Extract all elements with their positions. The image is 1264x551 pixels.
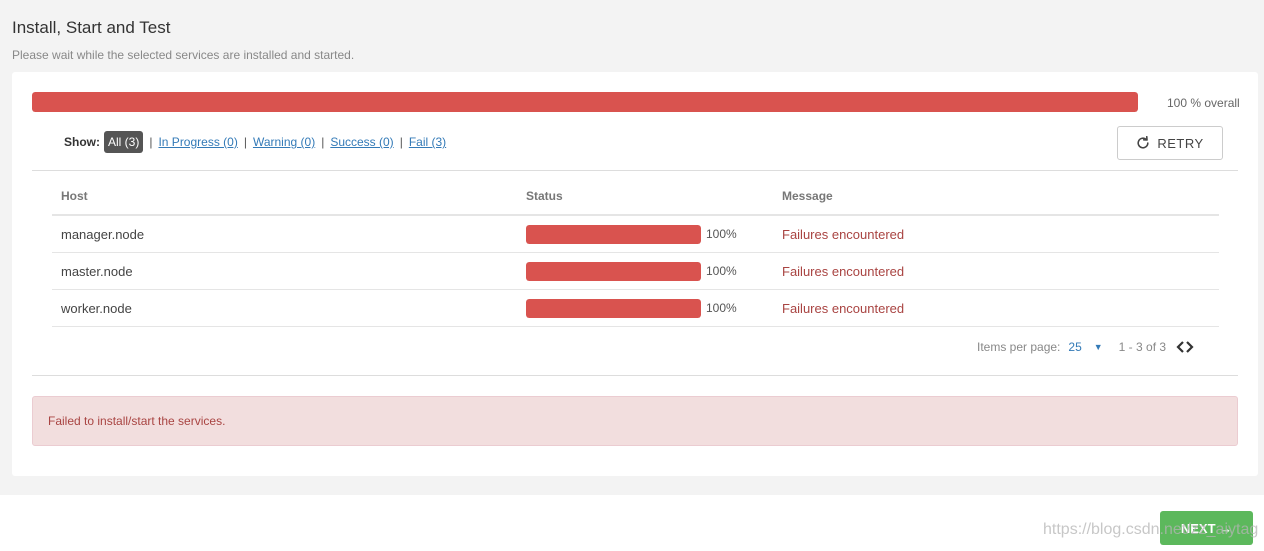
refresh-icon <box>1137 136 1149 149</box>
install-panel: 100 % overall Show: All (3) | In Progres… <box>12 72 1258 476</box>
table-row: worker.node 100% Failures encountered <box>52 290 1219 327</box>
filter-label: Show: <box>64 135 100 149</box>
table-row: master.node 100% Failures encountered <box>52 253 1219 290</box>
table-row: manager.node 100% Failures encountered <box>52 216 1219 253</box>
error-alert: Failed to install/start the services. <box>32 396 1238 446</box>
page-title: Install, Start and Test <box>12 18 171 37</box>
message-cell[interactable]: Failures encountered <box>782 264 1219 279</box>
next-button[interactable]: NEXT → <box>1160 511 1253 545</box>
filter-separator: | <box>399 135 403 149</box>
header-status[interactable]: Status <box>526 189 782 203</box>
overall-progress-fill <box>32 92 1138 112</box>
host-progress-bar[interactable] <box>526 261 701 281</box>
filter-separator: | <box>243 135 247 149</box>
chevron-right-icon[interactable] <box>1185 340 1195 354</box>
host-progress-label: 100% <box>706 301 737 315</box>
caret-down-icon[interactable]: ▼ <box>1094 342 1103 352</box>
items-per-page-select[interactable]: 25 <box>1068 340 1081 354</box>
message-cell[interactable]: Failures encountered <box>782 301 1219 316</box>
host-cell[interactable]: worker.node <box>52 301 526 316</box>
status-cell: 100% <box>526 261 782 281</box>
filter-separator: | <box>149 135 153 149</box>
host-cell[interactable]: master.node <box>52 264 526 279</box>
chevron-left-icon[interactable] <box>1175 340 1185 354</box>
host-progress-fill <box>526 298 701 318</box>
message-cell[interactable]: Failures encountered <box>782 227 1219 242</box>
filter-success[interactable]: Success (0) <box>330 135 393 149</box>
header-host[interactable]: Host <box>52 189 526 203</box>
host-progress-fill <box>526 261 701 281</box>
page-subtitle: Please wait while the selected services … <box>12 48 355 62</box>
table-header: Host Status Message <box>52 178 1219 216</box>
page-range: 1 - 3 of 3 <box>1118 340 1167 354</box>
retry-label: RETRY <box>1157 135 1204 151</box>
status-cell: 100% <box>526 224 782 244</box>
filter-warning[interactable]: Warning (0) <box>253 135 315 149</box>
items-per-page-label: Items per page: <box>977 340 1061 354</box>
status-cell: 100% <box>526 298 782 318</box>
status-filter: Show: All (3) | In Progress (0) | Warnin… <box>64 131 446 153</box>
filter-in-progress[interactable]: In Progress (0) <box>158 135 237 149</box>
host-progress-label: 100% <box>706 227 737 241</box>
filter-fail[interactable]: Fail (3) <box>409 135 446 149</box>
host-progress-bar[interactable] <box>526 298 701 318</box>
filter-separator: | <box>321 135 325 149</box>
hosts-table: Host Status Message manager.node 100% Fa… <box>52 178 1219 327</box>
retry-button[interactable]: RETRY <box>1117 126 1223 160</box>
host-progress-bar[interactable] <box>526 224 701 244</box>
overall-progress-value: 100 <box>1167 96 1188 110</box>
pagination: Items per page: 25 ▼ 1 - 3 of 3 <box>977 340 1195 354</box>
overall-progress-bar <box>32 92 1138 112</box>
host-progress-label: 100% <box>706 264 737 278</box>
header-message[interactable]: Message <box>782 189 1219 203</box>
host-cell[interactable]: manager.node <box>52 227 526 242</box>
overall-progress-suffix: % overall <box>1187 96 1240 110</box>
host-progress-fill <box>526 224 701 244</box>
overall-progress-label: 100 % overall <box>1167 96 1240 110</box>
divider <box>32 375 1238 376</box>
error-alert-message: Failed to install/start the services. <box>48 414 226 428</box>
page-nav <box>1175 340 1195 354</box>
divider <box>32 170 1238 171</box>
filter-all[interactable]: All (3) <box>104 131 144 153</box>
